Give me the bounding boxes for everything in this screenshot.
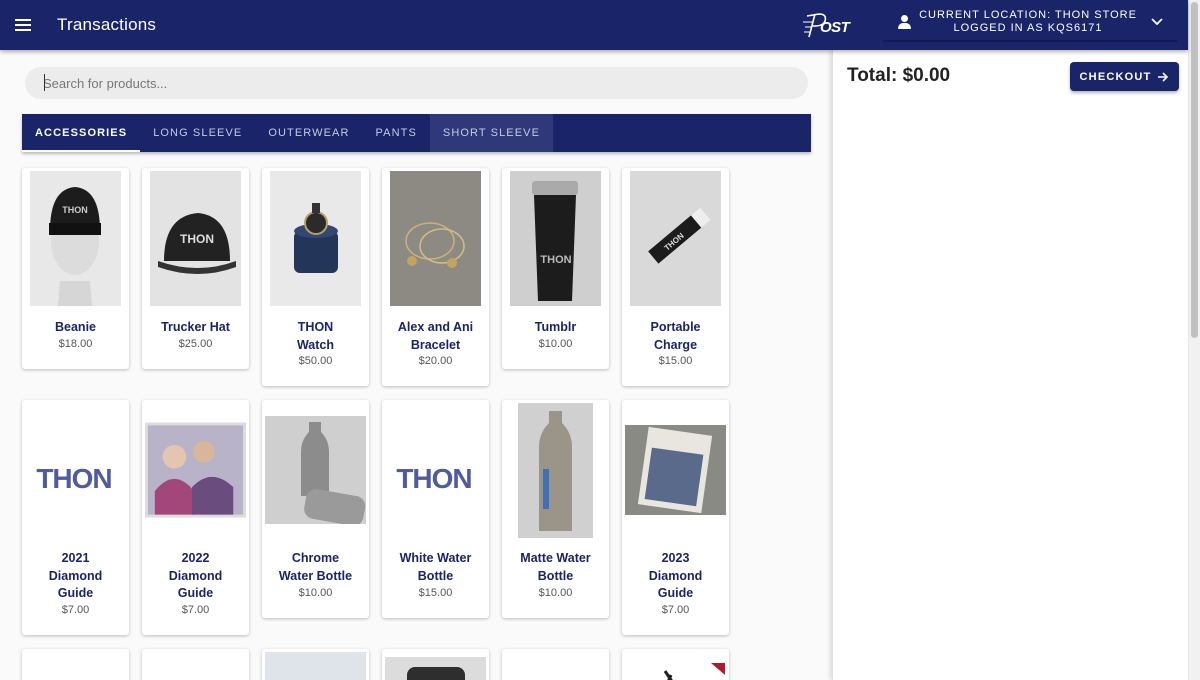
page-title: Transactions (57, 15, 157, 34)
product-card-2021-diamond-guide[interactable]: THON 2021 Diamond Guide $7.00 (22, 400, 129, 635)
tab-long-sleeve[interactable]: LONG SLEEVE (140, 114, 255, 152)
arrow-right-icon (1158, 71, 1169, 82)
product-card-trucker-hat[interactable]: THON Trucker Hat $25.00 (142, 168, 249, 369)
tab-accessories[interactable]: ACCESSORIES (22, 114, 141, 152)
product-name: Portable Charge (650, 320, 701, 352)
tumbler-photo: THON (510, 171, 601, 306)
product-card[interactable] (622, 649, 729, 680)
product-name: Tumblr (534, 320, 577, 334)
svg-text:THON: THON (180, 232, 214, 246)
product-card-beanie[interactable]: THON Beanie $18.00 (22, 168, 129, 369)
product-card-2023-diamond-guide[interactable]: 2023 Diamond Guide $7.00 (622, 400, 729, 635)
current-location-text: CURRENT LOCATION: THON STORE (919, 9, 1137, 21)
product-card[interactable] (502, 649, 609, 680)
product-price: $50.00 (298, 355, 333, 367)
user-info: CURRENT LOCATION: THON STORE LOGGED IN A… (913, 9, 1143, 35)
product-card[interactable] (382, 649, 489, 680)
text-cursor (44, 74, 45, 91)
product-price: $25.00 (178, 338, 213, 350)
product-name: 2023 Diamond Guide (648, 551, 703, 600)
product-name: 2021 Diamond Guide (48, 551, 103, 600)
beanie-photo: THON (30, 171, 121, 306)
chrome-bottle-photo (265, 416, 366, 524)
product-name: Matte Water Bottle (520, 551, 591, 583)
scrollbar-thumb[interactable] (1191, 2, 1198, 338)
product-search[interactable] (25, 67, 808, 99)
product-price: $7.00 (181, 604, 210, 616)
category-tabs: ACCESSORIES LONG SLEEVE OUTERWEAR PANTS … (22, 114, 811, 152)
cart-panel: Total: $0.00 CHECKOUT (832, 50, 1188, 680)
svg-text:THON: THON (62, 205, 88, 215)
product-image (265, 652, 366, 680)
tab-outerwear[interactable]: OUTERWEAR (255, 114, 362, 152)
chevron-down-icon[interactable] (1143, 12, 1171, 32)
tab-pants[interactable]: PANTS (363, 114, 430, 152)
product-name: White Water Bottle (399, 551, 472, 583)
svg-text:THON: THON (396, 463, 471, 494)
matte-bottle-photo (518, 403, 593, 538)
product-name: THON Watch (296, 320, 335, 352)
product-card-tumblr[interactable]: THON Tumblr $10.00 (502, 168, 609, 369)
product-card-chrome-water-bottle[interactable]: Chrome Water Bottle $10.00 (262, 400, 369, 618)
logged-in-text: LOGGED IN AS KQS6171 (953, 22, 1103, 34)
guide-2023-photo (625, 425, 726, 515)
product-price: $7.00 (61, 604, 90, 616)
person-icon (897, 14, 913, 30)
product-price: $10.00 (538, 587, 573, 599)
watch-photo (270, 171, 361, 306)
product-image (625, 657, 726, 680)
product-price: $7.00 (661, 604, 690, 616)
product-card-portable-charge[interactable]: THON Portable Charge $15.00 (622, 168, 729, 386)
hamburger-menu-icon[interactable] (15, 19, 31, 31)
product-name: Alex and Ani Bracelet (397, 320, 474, 352)
product-price: $15.00 (418, 587, 453, 599)
user-location-menu[interactable]: CURRENT LOCATION: THON STORE LOGGED IN A… (883, 4, 1177, 42)
charger-photo: THON (630, 171, 721, 306)
product-name: Trucker Hat (161, 320, 230, 334)
logo-text: OST (820, 19, 850, 36)
product-price: $18.00 (58, 338, 93, 350)
product-card-thon-watch[interactable]: THON Watch $50.00 (262, 168, 369, 386)
search-input[interactable] (43, 75, 808, 91)
thon-logo-image: THON (390, 410, 481, 545)
product-price: $20.00 (418, 355, 453, 367)
tab-short-sleeve[interactable]: SHORT SLEEVE (429, 114, 554, 152)
product-card[interactable] (262, 649, 369, 680)
app-bar: Transactions OST CURRENT LOCATION: THON … (0, 0, 1188, 50)
product-card-white-water-bottle[interactable]: THON White Water Bottle $15.00 (382, 400, 489, 618)
checkout-label: CHECKOUT (1079, 70, 1152, 83)
trucker-hat-photo: THON (150, 171, 241, 306)
product-price: $15.00 (658, 355, 693, 367)
product-card[interactable] (142, 649, 249, 680)
product-name: Beanie (55, 320, 96, 334)
product-card[interactable] (22, 649, 129, 680)
checkout-button[interactable]: CHECKOUT (1070, 62, 1179, 91)
product-card-matte-water-bottle[interactable]: Matte Water Bottle $10.00 (502, 400, 609, 618)
thon-logo-image: THON (30, 410, 121, 545)
bracelet-photo (390, 171, 481, 306)
cart-total: Total: $0.00 (847, 65, 951, 86)
product-price: $10.00 (538, 338, 573, 350)
product-name: 2022 Diamond Guide (168, 551, 223, 600)
product-name: Chrome Water Bottle (278, 551, 353, 583)
svg-text:THON: THON (540, 254, 571, 266)
product-card-bracelet[interactable]: Alex and Ani Bracelet $20.00 (382, 168, 489, 386)
product-image (385, 657, 486, 680)
guide-2022-photo (145, 422, 246, 518)
post-logo: OST (803, 10, 861, 40)
page-scrollbar[interactable] (1188, 0, 1200, 680)
product-card-2022-diamond-guide[interactable]: 2022 Diamond Guide $7.00 (142, 400, 249, 635)
svg-text:THON: THON (36, 463, 111, 494)
product-price: $10.00 (298, 587, 333, 599)
